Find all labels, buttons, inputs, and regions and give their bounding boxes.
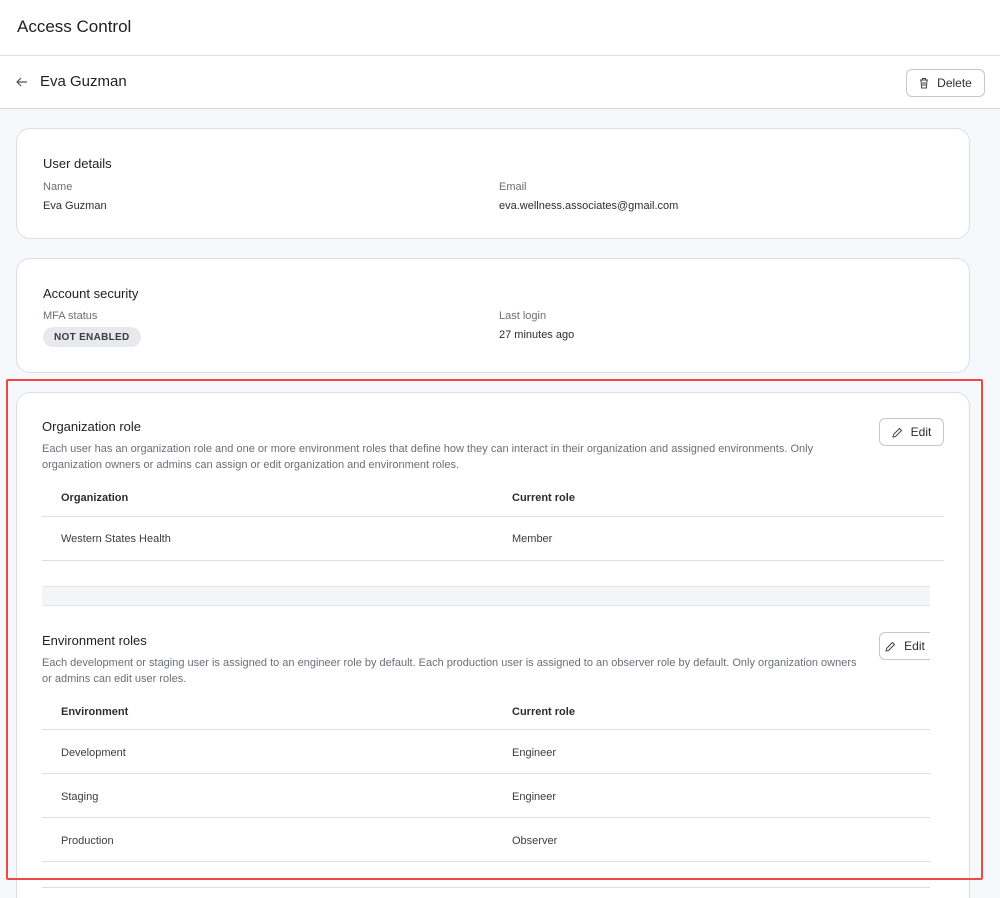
- environment-roles-description: Each development or staging user is assi…: [42, 657, 857, 685]
- edit-environment-roles-button[interactable]: Edit: [879, 632, 930, 660]
- edit-organization-role-button[interactable]: Edit: [879, 418, 944, 446]
- column-header-current-role: Current role: [512, 492, 575, 504]
- mfa-status-label: MFA status: [43, 310, 98, 322]
- organization-name-cell: Western States Health: [61, 533, 171, 545]
- environment-role-cell: Engineer: [512, 791, 557, 803]
- organization-role-cell: Member: [512, 533, 553, 545]
- last-login-label: Last login: [499, 310, 547, 322]
- trash-icon: [919, 77, 929, 89]
- table-divider: [42, 887, 930, 888]
- pencil-icon: [892, 427, 903, 438]
- environment-role-cell: Engineer: [512, 747, 557, 759]
- column-header-current-role: Current role: [512, 706, 575, 718]
- delete-button-label: Delete: [937, 76, 972, 90]
- column-header-organization: Organization: [61, 492, 129, 504]
- user-details-card: User details Name Eva Guzman Email eva.w…: [16, 128, 970, 239]
- page-title: Eva Guzman: [40, 73, 127, 90]
- edit-button-label: Edit: [904, 639, 925, 653]
- table-divider: [42, 729, 930, 730]
- mfa-status-badge: NOT ENABLED: [43, 327, 141, 347]
- account-security-card: Account security MFA status NOT ENABLED …: [16, 258, 970, 373]
- environment-name-cell: Staging: [61, 791, 99, 803]
- back-arrow-icon[interactable]: [12, 70, 32, 94]
- environment-name-cell: Development: [61, 747, 126, 759]
- edit-button-label: Edit: [910, 425, 932, 439]
- email-label: Email: [499, 181, 527, 193]
- table-divider: [42, 516, 944, 517]
- account-security-title: Account security: [43, 286, 139, 301]
- environment-roles-title: Environment roles: [42, 633, 147, 648]
- section-divider: [42, 586, 930, 606]
- organization-role-description: Each user has an organization role and o…: [42, 443, 814, 471]
- page-header: Eva Guzman Delete: [0, 56, 1000, 109]
- delete-button[interactable]: Delete: [906, 69, 985, 97]
- environment-role-cell: Observer: [512, 835, 558, 847]
- environment-name-cell: Production: [61, 835, 114, 847]
- organization-role-title: Organization role: [42, 419, 141, 434]
- table-divider: [42, 861, 930, 862]
- pencil-icon: [885, 641, 896, 652]
- name-label: Name: [43, 181, 73, 193]
- table-divider: [42, 817, 930, 818]
- table-divider: [42, 560, 944, 561]
- column-header-environment: Environment: [61, 706, 129, 718]
- table-divider: [42, 773, 930, 774]
- last-login-value: 27 minutes ago: [499, 329, 575, 341]
- app-title: Access Control: [17, 17, 132, 36]
- email-value: eva.wellness.associates@gmail.com: [499, 200, 679, 212]
- name-value: Eva Guzman: [43, 200, 107, 212]
- user-details-title: User details: [43, 156, 112, 171]
- top-bar: Access Control: [0, 0, 1000, 56]
